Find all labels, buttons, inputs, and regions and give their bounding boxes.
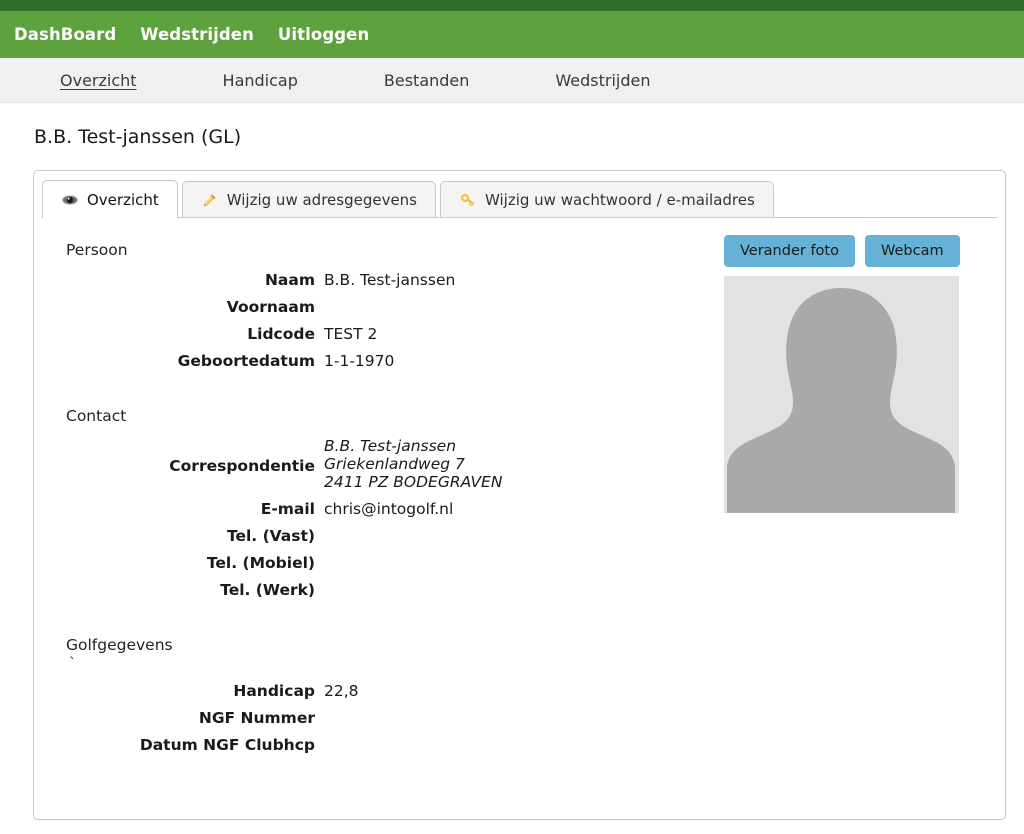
subnav-item-overzicht[interactable]: Overzicht bbox=[60, 71, 137, 90]
nav-wedstrijden[interactable]: Wedstrijden bbox=[140, 25, 254, 44]
field-email-value: chris@intogolf.nl bbox=[324, 500, 454, 518]
webcam-button[interactable]: Webcam bbox=[864, 235, 960, 267]
profile-panel: Overzicht Wijzig uw adresgegevens Wijzig… bbox=[33, 170, 1006, 820]
field-voornaam-label: Voornaam bbox=[226, 298, 315, 316]
field-voornaam: Voornaam bbox=[66, 298, 724, 316]
key-icon bbox=[459, 191, 477, 209]
section-spacer-1 bbox=[66, 379, 724, 401]
tab-overzicht-label: Overzicht bbox=[87, 190, 159, 209]
field-ngf-nummer-label: NGF Nummer bbox=[198, 709, 315, 727]
field-naam-label: Naam bbox=[264, 271, 315, 289]
section-spacer-2 bbox=[66, 608, 724, 630]
field-tel-vast: Tel. (Vast) bbox=[66, 527, 724, 545]
tab-overzicht[interactable]: Overzicht bbox=[42, 180, 178, 218]
field-handicap-value: 22,8 bbox=[324, 682, 359, 700]
field-correspondentie-label: Correspondentie bbox=[169, 457, 315, 475]
field-naam-value: B.B. Test-janssen bbox=[324, 271, 456, 289]
subnav-item-handicap[interactable]: Handicap bbox=[223, 71, 298, 90]
field-handicap-label: Handicap bbox=[233, 682, 315, 700]
tab-wijzig-adresgegevens-label: Wijzig uw adresgegevens bbox=[226, 190, 417, 209]
field-tel-werk-label: Tel. (Werk) bbox=[220, 581, 315, 599]
field-naam: Naam B.B. Test-janssen bbox=[66, 271, 724, 289]
field-lidcode-value: TEST 2 bbox=[324, 325, 378, 343]
field-email-label: E-mail bbox=[260, 500, 315, 518]
main-navbar: DashBoard Wedstrijden Uitloggen bbox=[0, 11, 1024, 58]
stray-backtick-text: ` bbox=[69, 656, 76, 672]
photo-column: Verander foto Webcam bbox=[724, 235, 1005, 513]
section-title-contact: Contact bbox=[66, 407, 127, 425]
field-ngf-nummer: NGF Nummer bbox=[66, 709, 724, 727]
subnav-item-bestanden[interactable]: Bestanden bbox=[384, 71, 470, 90]
tab-wijzig-wachtwoord-label: Wijzig uw wachtwoord / e-mailadres bbox=[485, 190, 755, 209]
nav-dashboard[interactable]: DashBoard bbox=[14, 25, 116, 44]
change-photo-button[interactable]: Verander foto bbox=[724, 235, 855, 267]
avatar-silhouette-icon bbox=[724, 276, 959, 513]
field-tel-werk: Tel. (Werk) bbox=[66, 581, 724, 599]
photo-button-group: Verander foto Webcam bbox=[724, 235, 1005, 267]
field-datum-ngf-clubhcp: Datum NGF Clubhcp bbox=[66, 736, 724, 754]
subnav-item-wedstrijden[interactable]: Wedstrijden bbox=[555, 71, 650, 90]
field-geboortedatum-label: Geboortedatum bbox=[177, 352, 315, 370]
field-tel-mobiel-label: Tel. (Mobiel) bbox=[206, 554, 315, 572]
field-tel-mobiel: Tel. (Mobiel) bbox=[66, 554, 724, 572]
avatar-placeholder[interactable] bbox=[724, 276, 959, 513]
pencil-icon bbox=[201, 191, 219, 209]
page-title: B.B. Test-janssen (GL) bbox=[34, 126, 242, 148]
field-geboortedatum: Geboortedatum 1-1-1970 bbox=[66, 352, 724, 370]
content-columns: Persoon Naam B.B. Test-janssen Voornaam … bbox=[34, 235, 1005, 763]
field-geboortedatum-value: 1-1-1970 bbox=[324, 352, 395, 370]
field-tel-vast-label: Tel. (Vast) bbox=[226, 527, 315, 545]
top-accent-strip bbox=[0, 0, 1024, 11]
field-email: E-mail chris@intogolf.nl bbox=[66, 500, 724, 518]
field-datum-ngf-clubhcp-label: Datum NGF Clubhcp bbox=[139, 736, 315, 754]
tab-wijzig-adresgegevens[interactable]: Wijzig uw adresgegevens bbox=[181, 181, 436, 217]
field-lidcode: Lidcode TEST 2 bbox=[66, 325, 724, 343]
eye-icon bbox=[61, 191, 79, 209]
panel-body: Persoon Naam B.B. Test-janssen Voornaam … bbox=[34, 217, 1005, 819]
tab-strip: Overzicht Wijzig uw adresgegevens Wijzig… bbox=[42, 179, 997, 218]
details-column: Persoon Naam B.B. Test-janssen Voornaam … bbox=[34, 235, 724, 763]
nav-uitloggen[interactable]: Uitloggen bbox=[278, 25, 369, 44]
section-title-persoon: Persoon bbox=[66, 241, 128, 259]
field-lidcode-label: Lidcode bbox=[247, 325, 315, 343]
field-handicap: Handicap 22,8 bbox=[66, 682, 724, 700]
field-correspondentie: Correspondentie B.B. Test-janssen Grieke… bbox=[66, 437, 724, 491]
tab-wijzig-wachtwoord[interactable]: Wijzig uw wachtwoord / e-mailadres bbox=[440, 181, 774, 217]
field-correspondentie-value: B.B. Test-janssen Griekenlandweg 7 2411 … bbox=[324, 437, 503, 491]
sub-navigation: Overzicht Handicap Bestanden Wedstrijden bbox=[0, 58, 1024, 103]
section-title-golfgegevens: Golfgegevens bbox=[66, 636, 173, 654]
